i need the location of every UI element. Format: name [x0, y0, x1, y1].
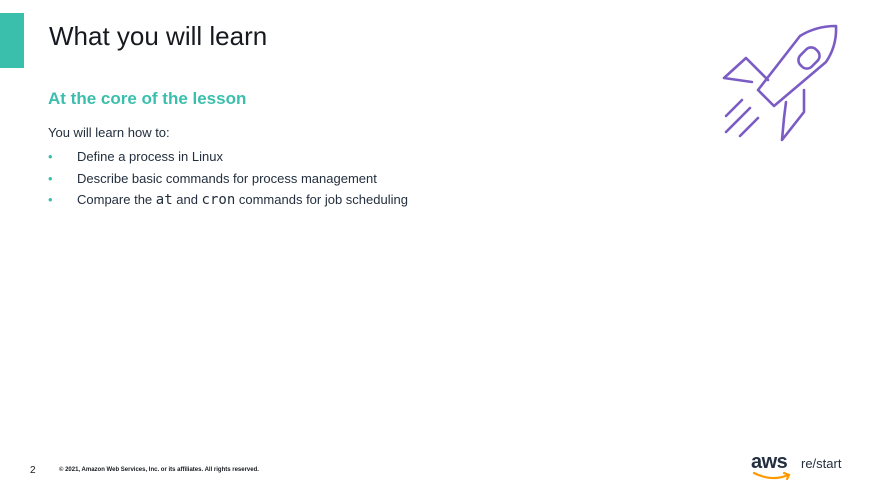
bullet-icon: •: [48, 149, 53, 164]
title-accent-bar: [0, 13, 24, 68]
objective-text-post: commands for job scheduling: [235, 192, 408, 207]
code-cron: cron: [201, 192, 236, 208]
code-at: at: [155, 192, 173, 208]
copyright-notice: © 2021, Amazon Web Services, Inc. or its…: [59, 467, 259, 473]
aws-smile-icon: [752, 471, 791, 481]
aws-logo-word: aws: [751, 451, 788, 473]
objective-text-mid: and: [172, 192, 202, 207]
slide-subtitle: At the core of the lesson: [48, 89, 247, 108]
aws-logo: aws: [751, 452, 795, 482]
bullet-icon: •: [48, 170, 53, 186]
bullet-icon: •: [48, 192, 53, 207]
slide-title: What you will learn: [49, 21, 268, 51]
objective-text: Describe basic commands for process mana…: [77, 170, 377, 186]
page-number: 2: [30, 465, 36, 476]
rocket-icon: [722, 24, 838, 142]
restart-label: re/start: [801, 456, 842, 471]
objective-text: Compare the at and cron commands for job…: [77, 189, 408, 212]
objective-text-pre: Compare the: [77, 192, 156, 207]
intro-text: You will learn how to:: [48, 125, 170, 140]
objective-text: Define a process in Linux: [77, 149, 223, 164]
